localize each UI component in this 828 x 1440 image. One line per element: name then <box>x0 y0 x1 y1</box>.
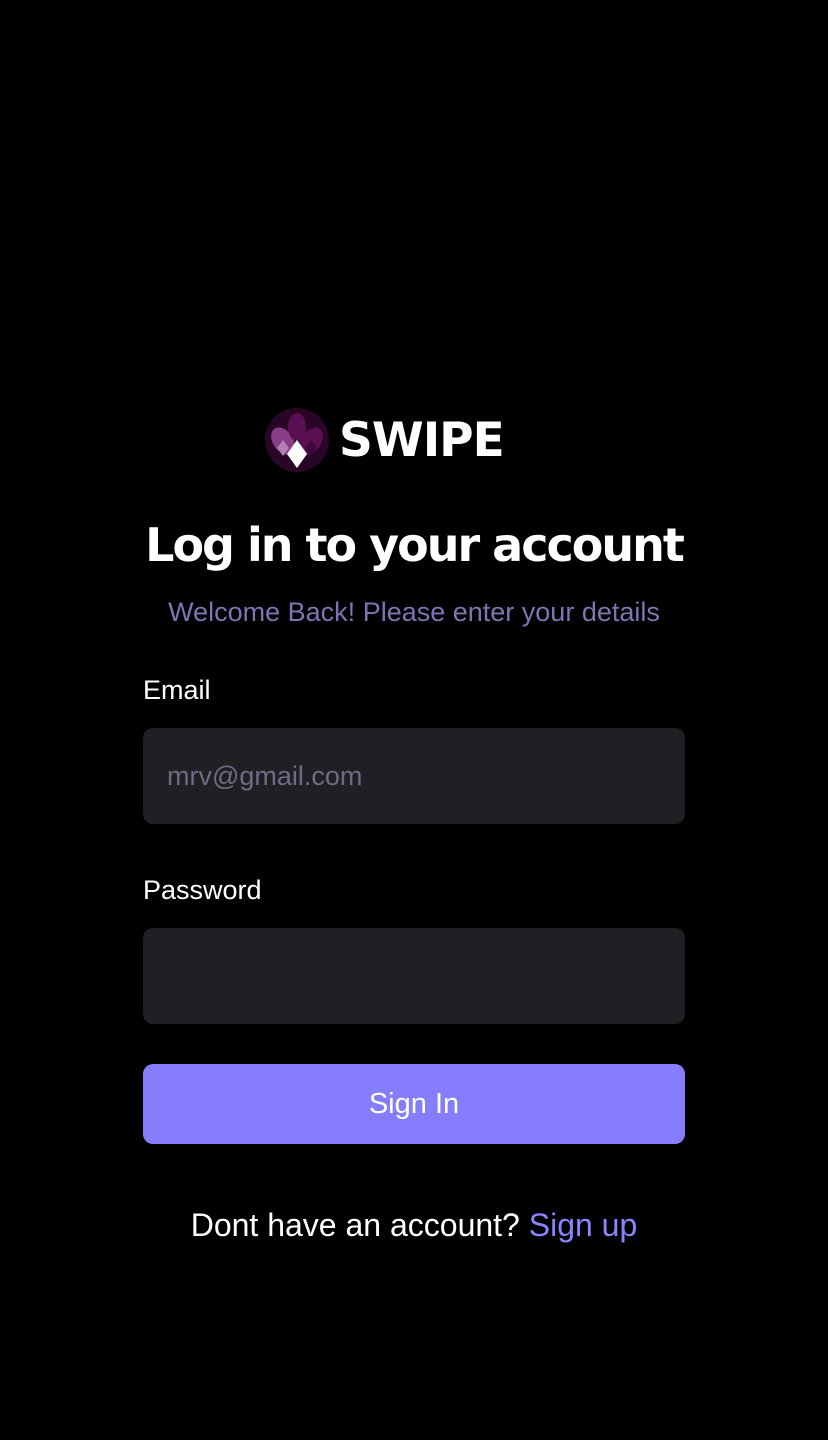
email-field[interactable] <box>143 728 685 824</box>
brand-name: SWIPE <box>339 412 505 468</box>
password-field[interactable] <box>143 928 685 1024</box>
email-label: Email <box>143 675 211 705</box>
sign-in-button[interactable]: Sign In <box>143 1064 685 1144</box>
password-label: Password <box>143 875 262 905</box>
signup-prompt: Dont have an account? Sign up <box>0 1205 828 1245</box>
sign-up-link[interactable]: Sign up <box>529 1207 638 1243</box>
page-subtitle: Welcome Back! Please enter your details <box>168 597 660 627</box>
signup-prompt-text: Dont have an account? <box>190 1207 520 1243</box>
brand-logo: SWIPE <box>265 406 505 474</box>
page-title: Log in to your account <box>145 518 685 572</box>
swipe-logo-icon <box>265 408 329 472</box>
login-screen: SWIPE Log in to your account Welcome Bac… <box>0 0 828 1440</box>
